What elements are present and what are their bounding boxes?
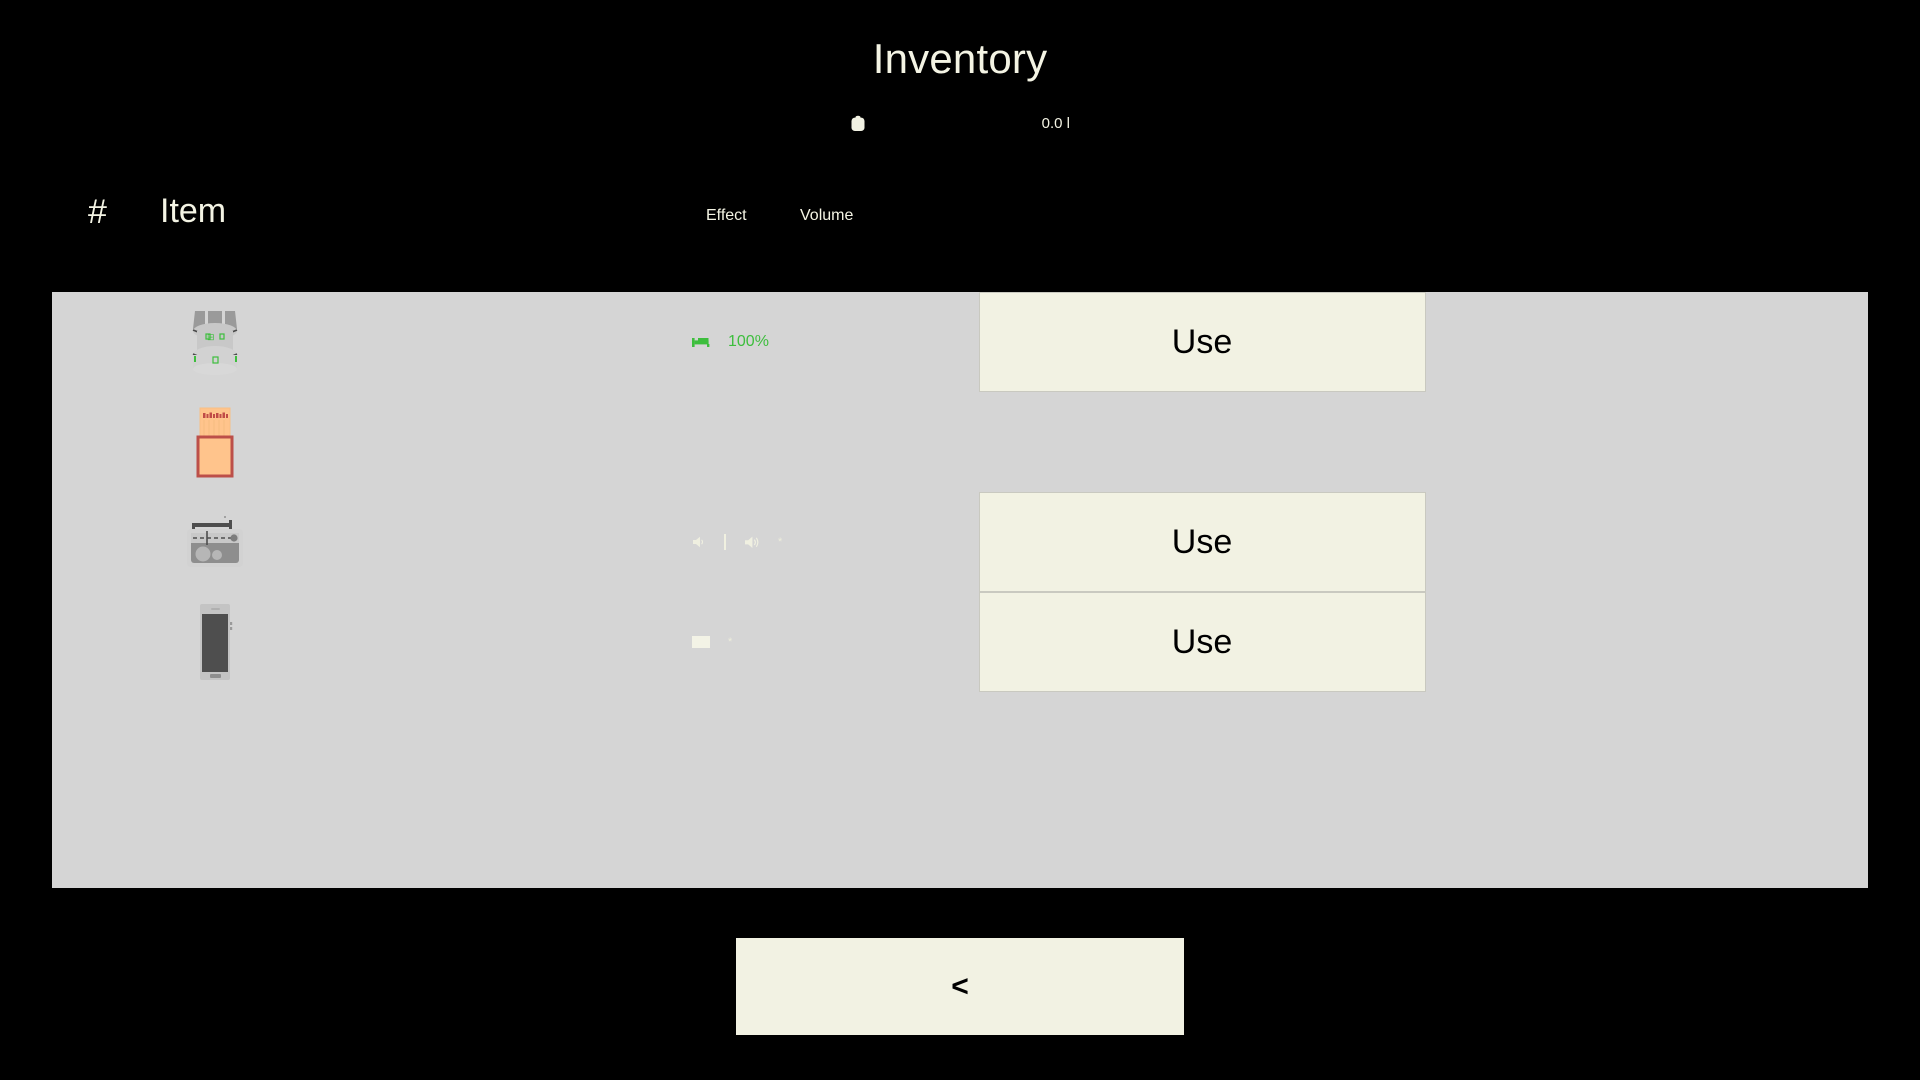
row-effect-cell: 100% [692,292,992,392]
column-header-number: # [88,193,107,231]
bed-item-icon[interactable]: ​⊟ [160,292,270,392]
inventory-list-panel: ​⊟ [52,292,1868,888]
row-action-cell: Use [952,292,1452,392]
table-row[interactable] [52,392,1868,492]
radio-item-icon[interactable] [160,492,270,592]
bed-icon [692,336,710,349]
book-item-icon[interactable] [160,392,270,492]
capacity-indicator: 0.0 l [0,114,1920,132]
row-action-cell [952,392,1452,492]
table-row[interactable]: ​⊟ [52,292,1868,392]
table-row[interactable]: * Use [52,592,1868,692]
row-effect-label: 100% [728,333,769,350]
row-volume-label: * [778,535,783,548]
volume-divider [724,534,726,550]
inventory-screen: Inventory 0.0 l # Item Effect Volume [0,0,1920,1080]
volume-chip-icon [692,636,710,648]
table-row[interactable]: * Use [52,492,1868,592]
speaker-icon [692,535,706,549]
row-volume-label: * [728,635,733,648]
column-header-effect: Effect [706,207,747,224]
row-effect-cell: * [692,492,992,592]
use-button[interactable]: Use [978,492,1426,592]
speaker-icon [744,535,760,550]
row-action-cell: Use [952,492,1452,592]
backpack-icon [850,114,866,132]
capacity-value: 0.0 l [1041,114,1070,132]
row-effect-cell: * [692,592,992,692]
back-button[interactable]: < [736,938,1184,1035]
row-effect-cell [692,392,992,492]
page-title: Inventory [872,35,1048,82]
column-header-volume: Volume [800,207,854,224]
smartphone-item-icon[interactable] [160,592,270,692]
use-button[interactable]: Use [978,292,1426,392]
column-header-item: Item [160,192,227,230]
use-button[interactable]: Use [978,592,1426,692]
row-action-cell: Use [952,592,1452,692]
